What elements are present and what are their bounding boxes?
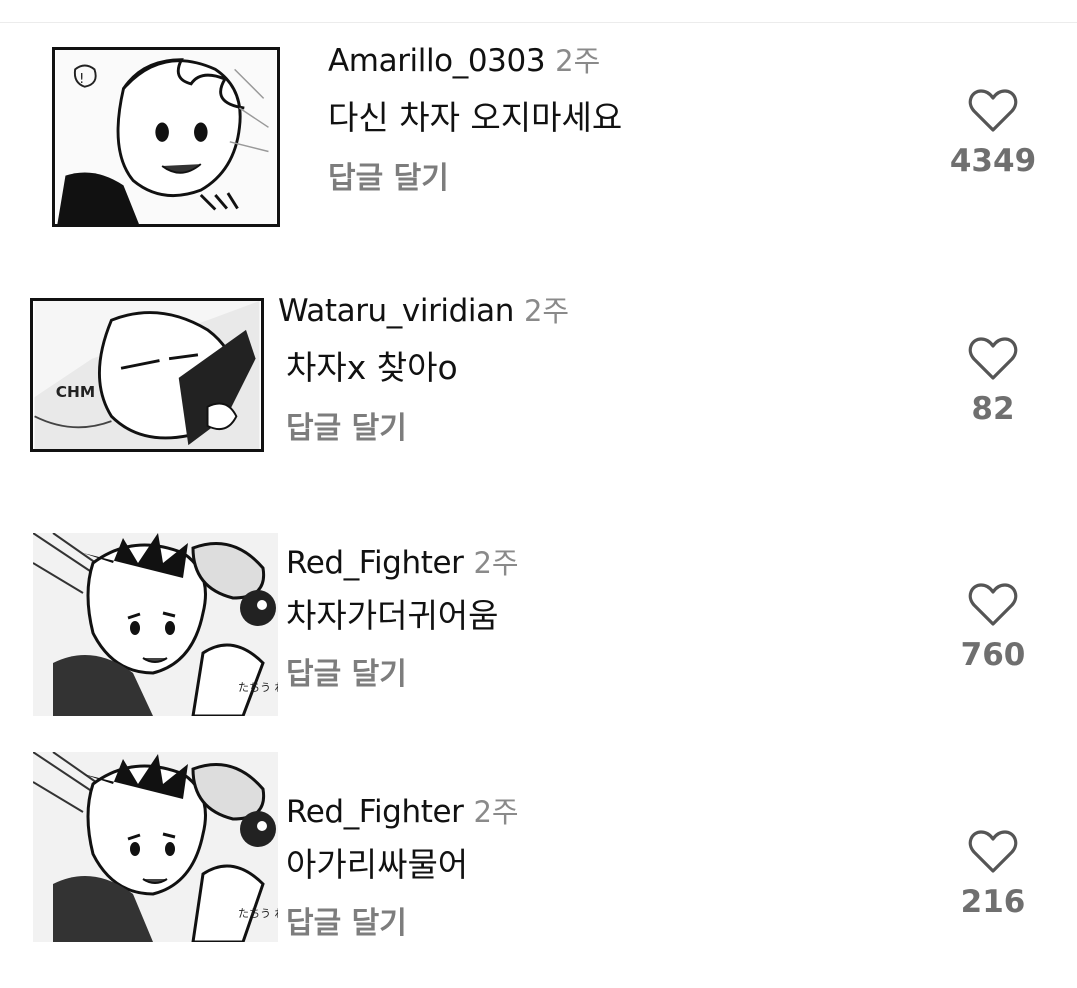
avatar-sfx: CHM bbox=[56, 383, 95, 401]
manga-character-avatar-icon: ! bbox=[55, 50, 277, 224]
timestamp: 2주 bbox=[473, 546, 519, 580]
like-group: 760 bbox=[938, 582, 1048, 671]
like-count: 4349 bbox=[949, 143, 1037, 179]
like-group: 4349 bbox=[938, 88, 1048, 177]
comment-item: CHM Wataru_viridian 2주 차자x 찾아o 답글 달기 82 bbox=[0, 290, 1077, 490]
like-group: 216 bbox=[938, 829, 1048, 918]
like-count: 82 bbox=[971, 391, 1015, 427]
manga-character-avatar-icon: たちう わしも bbox=[33, 533, 278, 716]
heart-icon[interactable] bbox=[968, 336, 1018, 382]
avatar[interactable]: たちう わしも bbox=[33, 533, 278, 716]
comment-text: 다신 차자 오지마세요 bbox=[328, 98, 623, 137]
reply-button[interactable]: 답글 달기 bbox=[286, 660, 519, 690]
like-group: 82 bbox=[938, 336, 1048, 425]
comment-item: たちう わしも Red_Fighter 2주 아가리싸물어 답글 달기 216 bbox=[0, 745, 1077, 945]
heart-icon[interactable] bbox=[968, 582, 1018, 628]
heart-icon[interactable] bbox=[968, 829, 1018, 875]
reply-button[interactable]: 답글 달기 bbox=[328, 164, 622, 194]
comment-item: たちう わしも Red_Fighter 2주 차자가더귀어움 답글 달기 760 bbox=[0, 530, 1077, 730]
comment-text: 아가리싸물어 bbox=[286, 845, 469, 884]
comment-text: 차자가더귀어움 bbox=[286, 596, 499, 635]
heart-icon[interactable] bbox=[968, 88, 1018, 134]
avatar[interactable]: ! bbox=[52, 47, 280, 227]
like-count: 216 bbox=[960, 884, 1026, 920]
timestamp: 2주 bbox=[523, 294, 570, 328]
like-count: 760 bbox=[960, 637, 1026, 673]
avatar-sfx: たちう わしも bbox=[238, 681, 278, 694]
timestamp: 2주 bbox=[473, 795, 519, 829]
timestamp: 2주 bbox=[555, 44, 601, 78]
comment-text: 차자x 찾아o bbox=[286, 348, 458, 387]
username[interactable]: Wataru_viridian bbox=[278, 293, 514, 329]
username[interactable]: Amarillo_0303 bbox=[328, 43, 546, 79]
reply-button[interactable]: 답글 달기 bbox=[286, 909, 519, 939]
manga-character-avatar-icon: CHM bbox=[34, 301, 260, 449]
comment-item: ! Amarillo_0303 2주 다신 차자 오지마세요 답글 달기 4349 bbox=[0, 40, 1077, 240]
avatar[interactable]: CHM bbox=[30, 298, 264, 452]
svg-text:!: ! bbox=[79, 71, 84, 87]
reply-button[interactable]: 답글 달기 bbox=[286, 414, 569, 444]
avatar[interactable]: たちう わしも bbox=[33, 752, 278, 942]
manga-character-avatar-icon: たちう わしも bbox=[33, 752, 278, 942]
top-divider bbox=[0, 22, 1077, 23]
username[interactable]: Red_Fighter bbox=[286, 794, 464, 830]
username[interactable]: Red_Fighter bbox=[286, 545, 464, 581]
avatar-sfx: たちう わしも bbox=[238, 907, 278, 920]
